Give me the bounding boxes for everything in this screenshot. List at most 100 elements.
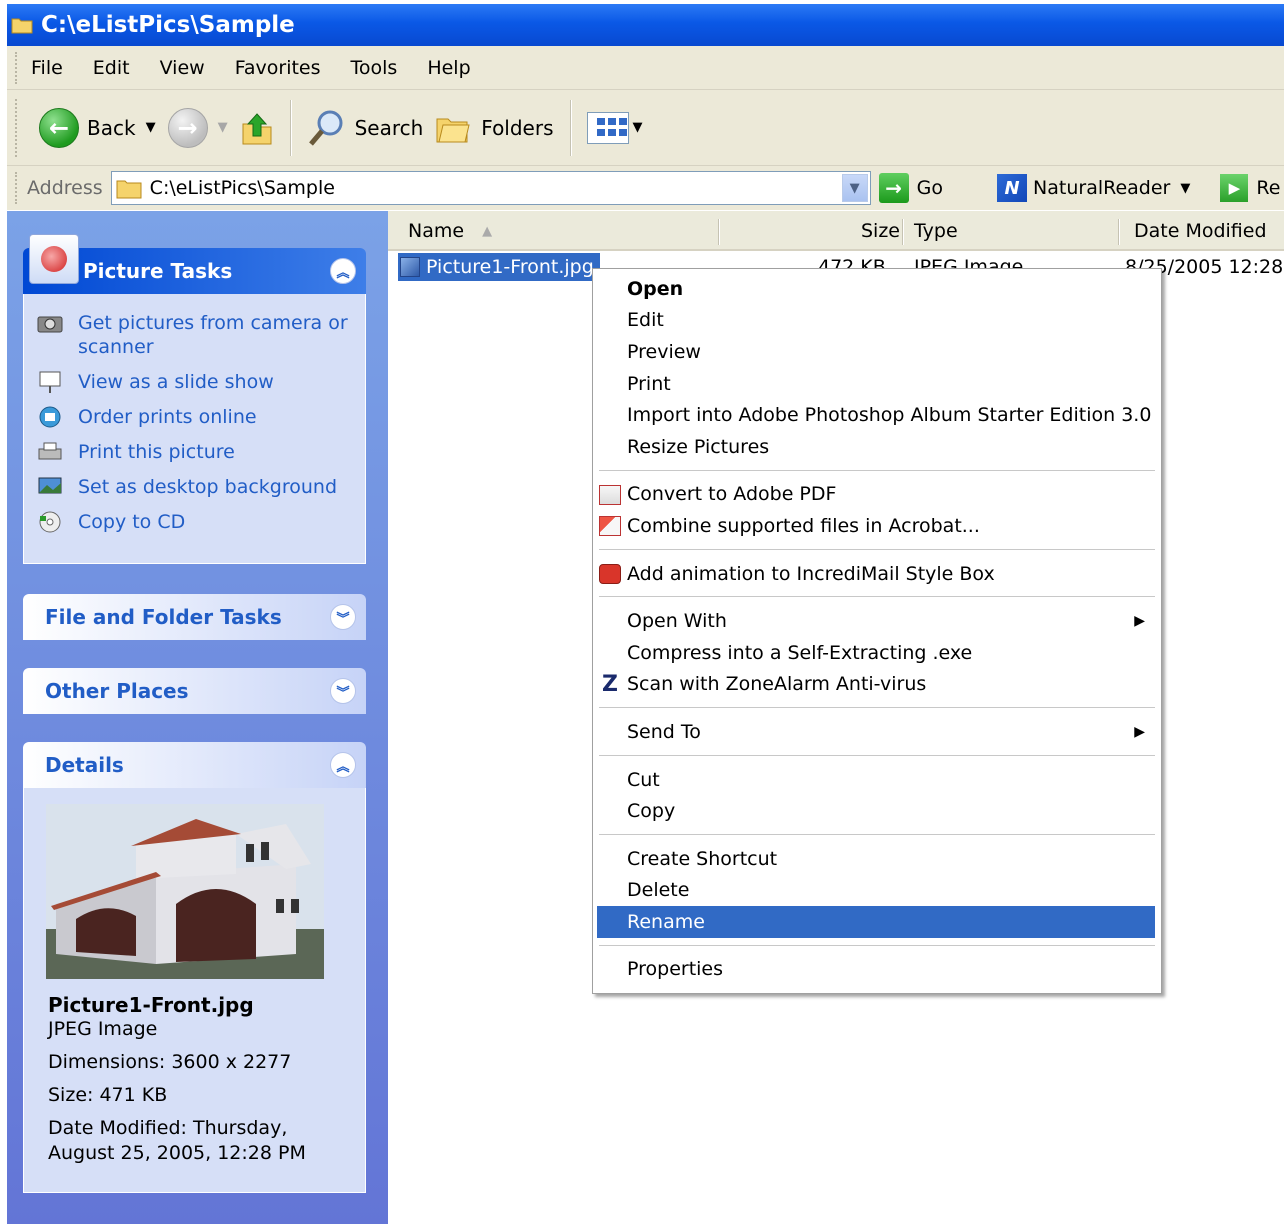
menu-edit[interactable]: Edit <box>93 57 130 79</box>
task-pane: Picture Tasks ︽ Get pictures from camera… <box>7 211 388 1224</box>
menu-item-label: Delete <box>627 879 690 902</box>
printer-icon <box>38 442 62 460</box>
file-name-cell[interactable]: Picture1-Front.jpg <box>398 253 600 281</box>
file-folder-tasks-title: File and Folder Tasks <box>45 605 282 629</box>
menu-item-rename[interactable]: Rename <box>597 906 1155 938</box>
menu-item-convert-to-pdf[interactable]: Convert to Adobe PDF <box>593 479 1161 511</box>
column-separator[interactable] <box>718 219 719 245</box>
column-name[interactable]: Name ▲ <box>408 211 718 251</box>
address-path: C:\eListPics\Sample <box>149 177 335 199</box>
menu-item-open[interactable]: Open <box>593 273 1161 305</box>
file-folder-tasks-header[interactable]: File and Folder Tasks ︾ <box>23 594 366 640</box>
menu-item-edit[interactable]: Edit <box>593 305 1161 337</box>
column-separator[interactable] <box>1118 219 1119 245</box>
folders-button[interactable]: Folders <box>429 100 559 156</box>
back-button[interactable]: ← Back ▼ <box>33 100 162 156</box>
toolbar-separator <box>289 99 291 156</box>
task-desktop-background[interactable]: Set as desktop background <box>36 475 353 499</box>
menu-item-preview[interactable]: Preview <box>593 336 1161 368</box>
menu-item-compress-exe[interactable]: Compress into a Self-Extracting .exe <box>593 637 1161 669</box>
play-icon[interactable]: ▶ <box>1220 174 1249 202</box>
task-order-prints[interactable]: Order prints online <box>36 405 353 429</box>
back-dropdown-icon[interactable]: ▼ <box>146 120 156 135</box>
menu-item-label: Open With <box>627 610 727 633</box>
toolbar-grip[interactable] <box>15 98 19 157</box>
task-label: Copy to CD <box>78 511 186 533</box>
menu-item-combine-acrobat[interactable]: Combine supported files in Acrobat... <box>593 510 1161 542</box>
menu-item-label: Import into Adobe Photoshop Album Starte… <box>627 404 1152 427</box>
naturalreader-button[interactable]: N NaturalReader ▼ <box>997 174 1190 202</box>
task-get-pictures[interactable]: Get pictures from camera or scanner <box>36 311 353 359</box>
column-date-modified[interactable]: Date Modified <box>1134 211 1284 251</box>
menu-separator <box>599 754 1155 756</box>
naturalreader-icon: N <box>997 174 1028 202</box>
column-type[interactable]: Type <box>914 211 1114 251</box>
menu-item-incredimail[interactable]: Add animation to IncrediMail Style Box <box>593 558 1161 590</box>
naturalreader-dropdown-icon[interactable]: ▼ <box>1180 181 1190 196</box>
menu-item-import-photoshop-album[interactable]: Import into Adobe Photoshop Album Starte… <box>593 399 1161 431</box>
file-folder-tasks-panel: File and Folder Tasks ︾ <box>23 594 366 640</box>
column-date-label: Date Modified <box>1134 220 1267 242</box>
menu-item-label: Preview <box>627 340 701 363</box>
details-body: Picture1-Front.jpg JPEG Image Dimensions… <box>23 788 366 1193</box>
menu-item-send-to[interactable]: Send To ▶ <box>593 716 1161 748</box>
collapse-icon[interactable]: ︽ <box>330 752 356 778</box>
menu-bar: File Edit View Favorites Tools Help <box>7 46 1284 90</box>
menu-item-copy[interactable]: Copy <box>593 795 1161 827</box>
menu-separator <box>599 596 1155 598</box>
menu-help[interactable]: Help <box>427 57 470 79</box>
adobe-pdf-icon <box>599 484 621 505</box>
menu-item-label: Compress into a Self-Extracting .exe <box>627 641 973 664</box>
menu-grip[interactable] <box>15 51 19 84</box>
details-header[interactable]: Details ︽ <box>23 742 366 788</box>
menu-item-scan-zonealarm[interactable]: Z Scan with ZoneAlarm Anti-virus <box>593 669 1161 701</box>
task-print-picture[interactable]: Print this picture <box>36 440 353 464</box>
task-copy-to-cd[interactable]: Copy to CD <box>36 510 353 534</box>
detail-size: Size: 471 KB <box>48 1084 168 1106</box>
truncated-toolbar-label[interactable]: Re <box>1256 177 1280 199</box>
menu-item-create-shortcut[interactable]: Create Shortcut <box>593 843 1161 875</box>
menu-item-resize-pictures[interactable]: Resize Pictures <box>593 431 1161 463</box>
detail-dimensions: Dimensions: 3600 x 2277 <box>48 1051 292 1073</box>
folder-icon <box>116 180 142 199</box>
address-dropdown-icon[interactable]: ▼ <box>841 174 868 202</box>
search-button[interactable]: Search <box>301 100 430 156</box>
other-places-header[interactable]: Other Places ︾ <box>23 668 366 714</box>
title-bar[interactable]: C:\eListPics\Sample <box>7 4 1284 46</box>
up-button[interactable] <box>234 100 280 156</box>
desktop-icon <box>38 477 62 494</box>
back-label: Back <box>87 115 136 140</box>
views-dropdown-icon[interactable]: ▼ <box>633 120 643 135</box>
submenu-arrow-icon: ▶ <box>1134 613 1145 630</box>
menu-tools[interactable]: Tools <box>351 57 398 79</box>
back-arrow-icon: ← <box>39 107 79 148</box>
column-size[interactable]: Size <box>828 211 900 251</box>
address-grip[interactable] <box>15 172 19 204</box>
menu-item-properties[interactable]: Properties <box>593 954 1161 986</box>
menu-item-delete[interactable]: Delete <box>593 875 1161 907</box>
expand-icon[interactable]: ︾ <box>330 678 356 704</box>
collapse-icon[interactable]: ︽ <box>330 258 356 284</box>
house-image <box>46 804 324 979</box>
go-arrow-icon: → <box>878 173 909 203</box>
views-button[interactable]: ▼ <box>581 100 649 156</box>
menu-item-print[interactable]: Print <box>593 368 1161 400</box>
menu-item-cut[interactable]: Cut <box>593 764 1161 796</box>
address-input[interactable]: C:\eListPics\Sample ▼ <box>110 171 871 205</box>
menu-item-label: Properties <box>627 958 724 981</box>
menu-item-open-with[interactable]: Open With ▶ <box>593 605 1161 637</box>
folders-icon <box>436 118 470 142</box>
menu-view[interactable]: View <box>160 57 205 79</box>
expand-icon[interactable]: ︾ <box>330 604 356 630</box>
task-slide-show[interactable]: View as a slide show <box>36 370 353 394</box>
go-button[interactable]: → Go <box>878 173 943 203</box>
detail-file-type: JPEG Image <box>48 1018 158 1040</box>
menu-favorites[interactable]: Favorites <box>235 57 321 79</box>
menu-file[interactable]: File <box>31 57 63 79</box>
forward-button[interactable]: → ▼ <box>162 100 234 156</box>
column-separator[interactable] <box>902 219 903 245</box>
slideshow-icon <box>39 371 61 393</box>
menu-item-label: Edit <box>627 309 664 332</box>
menu-item-label: Scan with ZoneAlarm Anti-virus <box>627 673 927 696</box>
forward-dropdown-icon[interactable]: ▼ <box>218 120 228 135</box>
